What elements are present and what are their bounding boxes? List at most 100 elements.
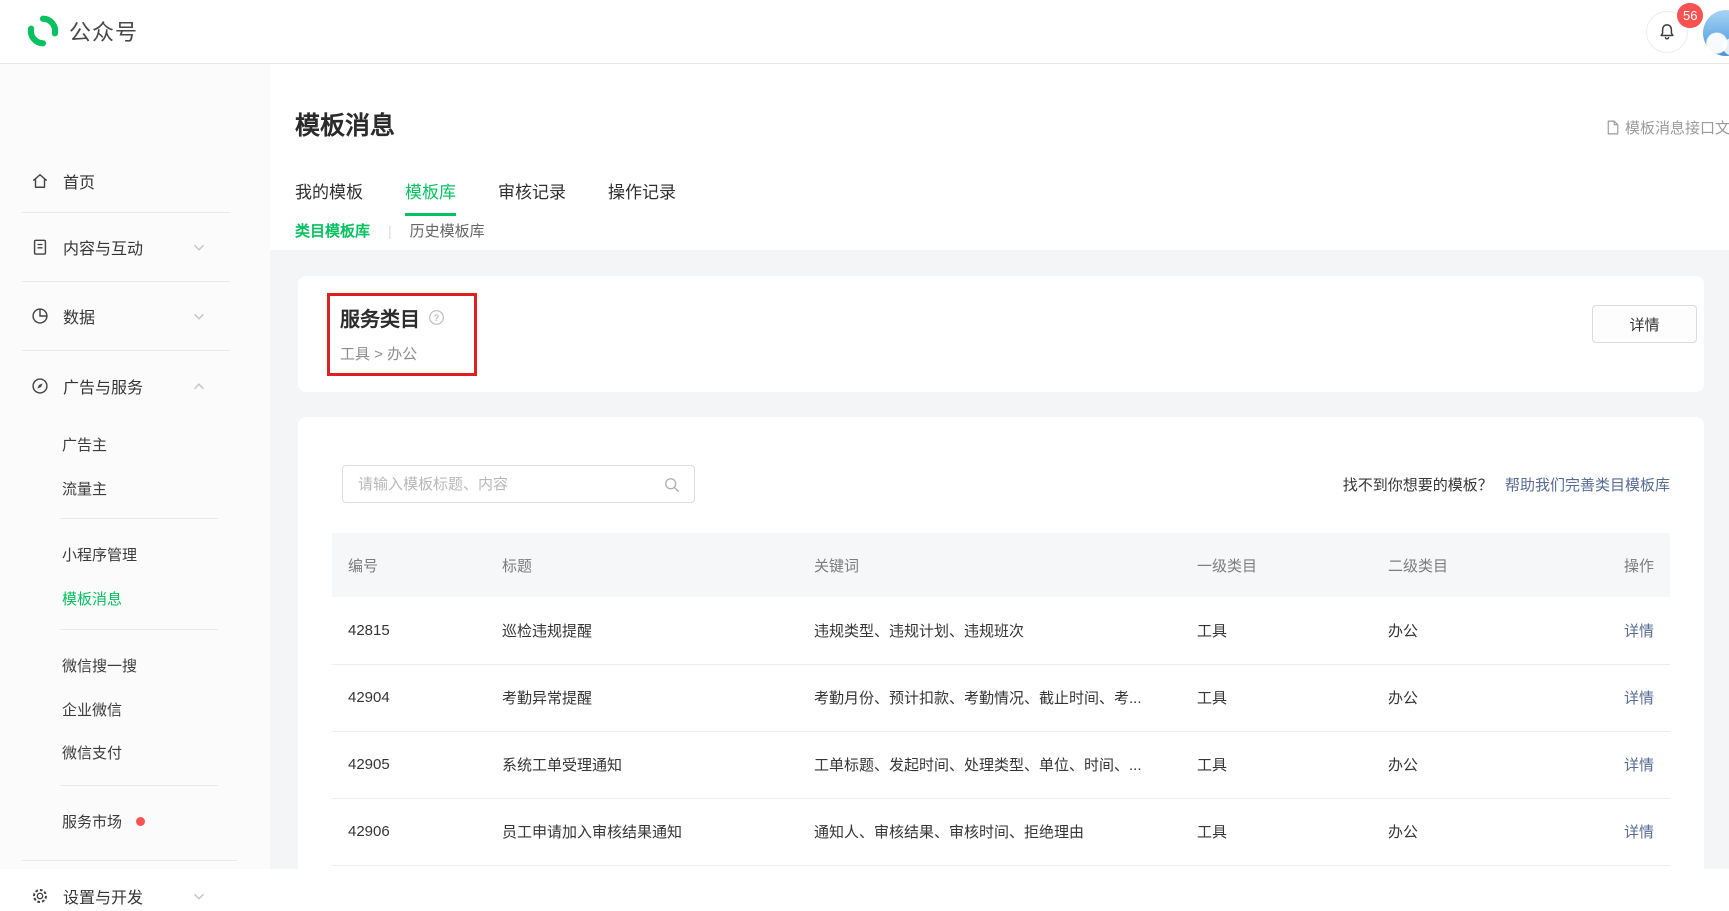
sidebar-item-traffic[interactable]: 流量主 [0,473,270,503]
cell-id: 42906 [332,798,486,865]
cell-cat2: 办公 [1372,731,1563,798]
cell-id: 42905 [332,731,486,798]
page-title: 模板消息 [295,106,395,142]
subtab-bar: 类目模板库 | 历史模板库 [295,220,485,241]
help-line: 找不到你想要的模板？ 帮助我们完善类目模板库 [898,474,1670,495]
api-doc-link[interactable]: 模板消息接口文档 [1604,116,1729,138]
file-icon [1604,119,1621,136]
sidebar-item-wx-pay[interactable]: 微信支付 [0,737,270,767]
cell-keywords: 工单标题、发起时间、处理类型、单位、时间、... [798,731,1181,798]
divider [60,785,218,786]
sidebar-item-label: 模板消息 [62,588,122,609]
improve-library-link[interactable]: 帮助我们完善类目模板库 [1505,477,1670,494]
cell-cat1: 工具 [1181,597,1372,664]
divider [22,281,230,282]
divider [60,629,218,630]
brand[interactable]: 公众号 [26,14,138,48]
column-header-title: 标题 [486,533,798,597]
new-badge-dot [136,817,145,826]
cell-title: 考勤异常提醒 [486,664,798,731]
cell-cat2: 办公 [1372,597,1563,664]
row-detail-link[interactable]: 详情 [1624,623,1654,640]
table-header-row: 编号 标题 关键词 一级类目 二级类目 操作 [332,533,1670,597]
row-detail-link[interactable]: 详情 [1624,690,1654,707]
divider [60,518,218,519]
sidebar-item-label: 内容与互动 [63,235,143,259]
sidebar-item-settings[interactable]: 设置与开发 [0,881,270,911]
sidebar-item-label: 流量主 [62,478,107,499]
sidebar-item-wecom[interactable]: 企业微信 [0,694,270,724]
service-category-title: 服务类目 [340,303,420,332]
template-search [342,465,695,503]
cell-cat2: 办公 [1372,798,1563,865]
chevron-up-icon [190,377,208,395]
column-header-cat2: 二级类目 [1372,533,1563,597]
cell-cat2: 办公 [1372,664,1563,731]
column-header-id: 编号 [332,533,486,597]
help-text: 找不到你想要的模板？ [1343,477,1493,494]
row-detail-link[interactable]: 详情 [1624,824,1654,841]
tab-my-templates[interactable]: 我的模板 [295,178,363,216]
sidebar-item-service-market[interactable]: 服务市场 [0,806,270,836]
sidebar-item-home[interactable]: 首页 [0,166,270,196]
category-detail-button[interactable]: 详情 [1592,305,1697,343]
sidebar-item-content[interactable]: 内容与互动 [0,232,270,262]
tab-template-library[interactable]: 模板库 [405,178,456,216]
search-input[interactable] [343,466,694,502]
table-row: 42905 系统工单受理通知 工单标题、发起时间、处理类型、单位、时间、... … [332,731,1670,798]
cell-keywords: 考勤月份、预计扣款、考勤情况、截止时间、考... [798,664,1181,731]
cell-id: 42904 [332,664,486,731]
cell-keywords: 违规类型、违规计划、违规班次 [798,597,1181,664]
sidebar-item-label: 设置与开发 [63,884,143,908]
subtab-category-library[interactable]: 类目模板库 [295,220,370,241]
home-icon [30,171,50,191]
tab-review-records[interactable]: 审核记录 [498,178,566,216]
divider [22,860,237,861]
notification-badge: 56 [1677,3,1703,28]
sidebar-item-miniprogram[interactable]: 小程序管理 [0,539,270,569]
sidebar-item-ads-services[interactable]: 广告与服务 [0,371,270,401]
subtab-history-library[interactable]: 历史模板库 [410,220,485,241]
sidebar-item-advertiser[interactable]: 广告主 [0,429,270,459]
table-row: 42815 巡检违规提醒 违规类型、违规计划、违规班次 工具 办公 详情 [332,597,1670,664]
search-icon[interactable] [662,475,682,495]
user-avatar[interactable] [1703,10,1729,56]
sidebar-item-label: 微信支付 [62,742,122,763]
service-category-card: 服务类目 ? 工具 > 办公 详情 [298,276,1704,392]
api-doc-link-label: 模板消息接口文档 [1625,117,1729,138]
row-detail-link[interactable]: 详情 [1624,757,1654,774]
cell-id: 42815 [332,597,486,664]
cell-cat1: 工具 [1181,731,1372,798]
tab-bar: 我的模板 模板库 审核记录 操作记录 [295,178,718,216]
sidebar-item-template-message[interactable]: 模板消息 [0,583,270,613]
sidebar-item-label: 微信搜一搜 [62,655,137,676]
sidebar-item-label: 数据 [63,304,95,328]
sidebar-item-label: 广告主 [62,434,107,455]
compass-icon [30,376,50,396]
chevron-down-icon [190,307,208,325]
gear-icon [30,886,50,906]
divider [22,350,230,351]
column-header-cat1: 一级类目 [1181,533,1372,597]
top-header: 公众号 56 [0,0,1729,64]
table-row: 42906 员工申请加入审核结果通知 通知人、审核结果、审核时间、拒绝理由 工具… [332,798,1670,865]
cell-title: 系统工单受理通知 [486,731,798,798]
chevron-down-icon [190,887,208,905]
template-table-card: 找不到你想要的模板？ 帮助我们完善类目模板库 编号 标题 关键词 一级类目 二级… [298,417,1704,869]
template-table: 编号 标题 关键词 一级类目 二级类目 操作 42815 巡检违规提醒 违规类型… [332,533,1670,866]
cell-title: 员工申请加入审核结果通知 [486,798,798,865]
divider [22,212,230,213]
cell-cat1: 工具 [1181,798,1372,865]
sidebar-item-label: 服务市场 [62,811,122,832]
sidebar-item-label: 企业微信 [62,699,122,720]
tab-operation-records[interactable]: 操作记录 [608,178,676,216]
table-row: 42904 考勤异常提醒 考勤月份、预计扣款、考勤情况、截止时间、考... 工具… [332,664,1670,731]
help-question-icon[interactable]: ? [428,309,445,326]
cell-keywords: 通知人、审核结果、审核时间、拒绝理由 [798,798,1181,865]
service-category-path: 工具 > 办公 [340,343,417,364]
sidebar-item-wx-search[interactable]: 微信搜一搜 [0,650,270,680]
sidebar-item-label: 小程序管理 [62,544,137,565]
main-header-block [270,64,1729,250]
sidebar-item-data[interactable]: 数据 [0,301,270,331]
column-header-action: 操作 [1563,533,1670,597]
